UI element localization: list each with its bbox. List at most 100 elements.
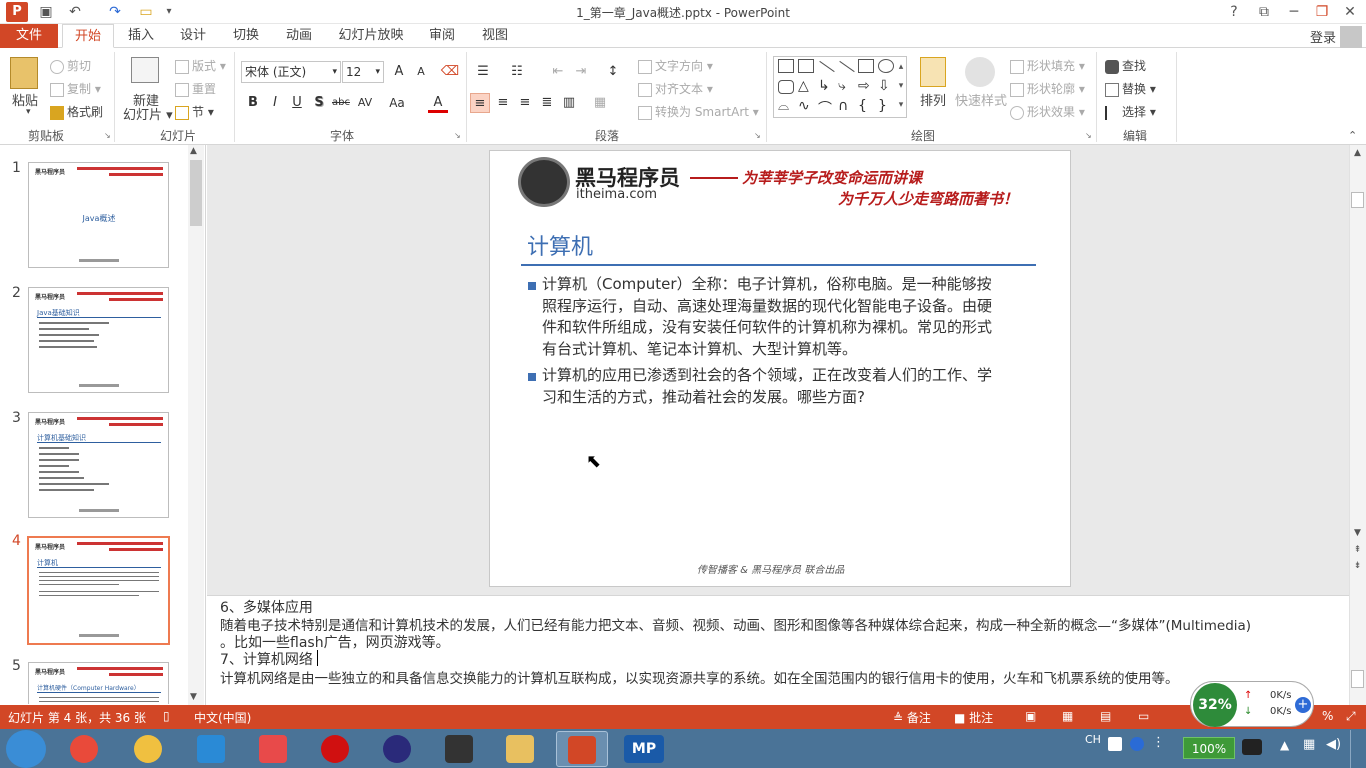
reset-button[interactable]: 重置 [175, 80, 216, 97]
zoom-percent[interactable]: % [1322, 709, 1333, 723]
arrange-icon[interactable] [920, 57, 946, 87]
thumbnail-scrollbar[interactable] [188, 145, 204, 705]
restore-button[interactable]: ❐ [1308, 0, 1336, 24]
down-arrow-shape-icon[interactable]: ⇩ [878, 78, 890, 94]
scroll-down-icon[interactable]: ▼ [1351, 527, 1364, 540]
paste-icon[interactable] [10, 57, 38, 89]
shrink-font-button[interactable]: A [411, 62, 431, 82]
align-text-button[interactable]: 对齐文本 ▾ [638, 80, 713, 97]
smartart-button[interactable]: 转换为 SmartArt ▾ [638, 103, 759, 120]
vertical-textbox-shape-icon[interactable] [798, 59, 814, 73]
quick-styles-button[interactable]: 快速样式 [955, 90, 1007, 109]
bullet-paragraph-2[interactable]: 计算机的应用已渗透到社会的各个领域，正在改变着人们的工作、学 习和生活的方式，推… [542, 365, 1032, 408]
ribbon-display-icon[interactable]: ⧉ [1250, 0, 1278, 24]
tab-file[interactable]: 文件 [0, 24, 58, 48]
avatar[interactable] [1340, 26, 1362, 48]
dialog-launcher-icon[interactable]: ↘ [104, 131, 111, 140]
scroll-down-icon[interactable]: ▼ [190, 692, 197, 702]
align-center-icon[interactable]: ≡ [493, 93, 513, 113]
language-indicator[interactable]: 中文(中国) [194, 709, 251, 726]
power-plug-icon[interactable] [1242, 739, 1262, 755]
layout-button[interactable]: 版式 ▾ [175, 57, 226, 74]
text-direction-button[interactable]: 文字方向 ▾ [638, 57, 713, 74]
oval-shape-icon[interactable] [878, 59, 894, 73]
scroll-up-icon[interactable]: ▲ [190, 146, 197, 156]
numbering-icon[interactable]: ☷ [507, 62, 527, 82]
help-tray-icon[interactable] [1130, 737, 1144, 751]
taskbar-app-notes[interactable] [247, 731, 299, 767]
font-size-combo[interactable]: 12 ▾ [342, 61, 384, 83]
italic-button[interactable]: I [265, 93, 285, 113]
dialog-launcher-icon[interactable]: ↘ [1085, 131, 1092, 140]
tray-up-arrow-icon[interactable]: ▲ [1280, 738, 1289, 752]
taskbar-app-paint[interactable] [122, 731, 174, 767]
align-right-icon[interactable]: ≡ [515, 93, 535, 113]
new-slide-label[interactable]: 幻灯片 ▾ [123, 104, 173, 123]
slide-thumbnail-1[interactable]: 黑马程序员 Java概述 [28, 162, 169, 268]
tab-animations[interactable]: 动画 [278, 24, 320, 48]
tab-view[interactable]: 视图 [474, 24, 516, 48]
collapse-ribbon-icon[interactable]: ⌃ [1348, 129, 1357, 142]
shadow-button[interactable]: S [309, 93, 329, 113]
section-button[interactable]: 节 ▾ [175, 103, 214, 120]
tab-home[interactable]: 开始 [62, 24, 114, 48]
battery-indicator[interactable]: 100% [1183, 737, 1235, 759]
brace-left-shape-icon[interactable]: { [858, 98, 867, 114]
start-button[interactable] [6, 730, 46, 768]
gallery-scroll-icon[interactable]: ▴ ▾ ▾ [896, 58, 906, 115]
bold-button[interactable]: B [243, 93, 263, 113]
minimize-button[interactable]: ─ [1280, 0, 1308, 24]
strikethrough-button[interactable]: abc [331, 93, 351, 113]
elbow-shape-icon[interactable]: ↳ [818, 78, 830, 94]
slide-counter[interactable]: 幻灯片 第 4 张，共 36 张 [8, 709, 146, 726]
bullet-paragraph-1[interactable]: 计算机（Computer）全称：电子计算机，俗称电脑。是一种能够按 照程序运行，… [542, 274, 1032, 360]
rounded-rect-shape-icon[interactable] [778, 80, 794, 94]
font-color-button[interactable]: A [428, 93, 448, 113]
find-button[interactable]: 查找 [1105, 57, 1146, 74]
char-spacing-button[interactable]: AV [355, 93, 375, 113]
format-painter-button[interactable]: 格式刷 [50, 103, 103, 120]
spellcheck-icon[interactable]: ▯ [163, 709, 170, 723]
scrollbar-thumb[interactable] [190, 160, 202, 226]
tab-slideshow[interactable]: 幻灯片放映 [333, 24, 409, 48]
tab-insert[interactable]: 插入 [120, 24, 162, 48]
font-name-combo[interactable]: 宋体 (正文) ▾ [241, 61, 341, 83]
taskbar-app-mp[interactable]: MP [618, 731, 670, 767]
tray-language[interactable]: CH [1085, 733, 1101, 746]
decrease-indent-icon[interactable]: ⇤ [548, 62, 568, 82]
grow-font-button[interactable]: A [389, 62, 409, 82]
taskbar-app-explorer[interactable] [494, 731, 546, 767]
connector-shape-icon[interactable]: ⤷ [838, 78, 846, 94]
slide-thumbnail-5[interactable]: 黑马程序员 计算机硬件（Computer Hardware） [28, 662, 169, 704]
scrollbar-thumb[interactable] [1351, 192, 1364, 208]
taskbar-app-eclipse[interactable] [371, 731, 423, 767]
taskbar-app-1[interactable] [58, 731, 110, 767]
taskbar-app-powerpoint[interactable] [556, 731, 608, 767]
fit-slide-icon[interactable]: ⤢ [1346, 709, 1356, 724]
arrange-button[interactable]: 排列 [920, 90, 946, 109]
slide-title[interactable]: 计算机 [527, 229, 593, 261]
curve-shape-icon[interactable]: ∿ [798, 98, 810, 114]
distribute-icon[interactable]: ▥ [559, 93, 579, 113]
boost-button[interactable]: + [1295, 697, 1311, 713]
sign-in-link[interactable]: 登录 [1310, 27, 1336, 46]
copy-button[interactable]: 复制 ▾ [50, 80, 101, 97]
tray-icon[interactable] [1108, 737, 1122, 751]
justify-icon[interactable]: ≣ [537, 93, 557, 113]
bullets-icon[interactable]: ☰ [473, 62, 493, 82]
right-arrow-shape-icon[interactable]: ⇨ [858, 78, 870, 94]
triangle-shape-icon[interactable]: △ [798, 78, 809, 94]
textbox-shape-icon[interactable] [778, 59, 794, 73]
quick-styles-icon[interactable] [965, 57, 995, 87]
wave-shape-icon[interactable]: ∩ [838, 98, 848, 114]
notes-scrollbar-thumb[interactable] [1351, 670, 1364, 688]
scroll-up-icon[interactable]: ▲ [1351, 147, 1364, 160]
taskbar-app-qq[interactable] [185, 731, 237, 767]
help-icon[interactable]: ? [1220, 0, 1248, 24]
increase-indent-icon[interactable]: ⇥ [571, 62, 591, 82]
tray-overflow-icon[interactable]: ⋮ [1152, 735, 1165, 750]
tab-transitions[interactable]: 切换 [225, 24, 267, 48]
slide-thumbnail-4[interactable]: 黑马程序员 计算机 [27, 536, 170, 645]
rectangle-shape-icon[interactable] [858, 59, 874, 73]
shape-effects-button[interactable]: 形状效果 ▾ [1010, 103, 1085, 120]
